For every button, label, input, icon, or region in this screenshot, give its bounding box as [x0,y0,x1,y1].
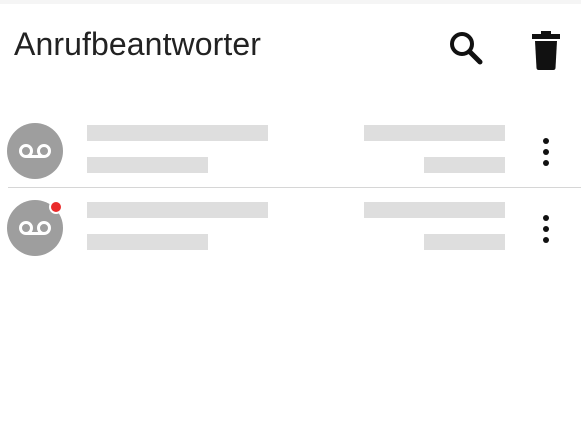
delete-button[interactable] [526,28,566,72]
avatar [7,123,63,179]
voicemail-icon [19,221,51,235]
caller-number-placeholder [87,234,208,250]
unread-indicator [49,200,63,214]
more-vert-icon [543,138,549,144]
list-item[interactable] [0,114,581,190]
voicemail-screen: Anrufbeantworter [0,0,581,438]
trash-icon [532,31,560,70]
page-title: Anrufbeantworter [14,26,262,62]
duration-placeholder [424,234,505,250]
status-bar [0,0,581,4]
more-options-button[interactable] [532,132,560,172]
caller-number-placeholder [87,157,208,173]
date-placeholder [364,202,505,218]
date-placeholder [364,125,505,141]
caller-name-placeholder [87,202,268,218]
more-vert-icon [543,215,549,221]
search-icon [450,32,483,65]
search-button[interactable] [444,28,488,68]
divider [8,187,581,188]
more-options-button[interactable] [532,209,560,249]
duration-placeholder [424,157,505,173]
voicemail-icon [19,144,51,158]
caller-name-placeholder [87,125,268,141]
list-item[interactable] [0,191,581,267]
